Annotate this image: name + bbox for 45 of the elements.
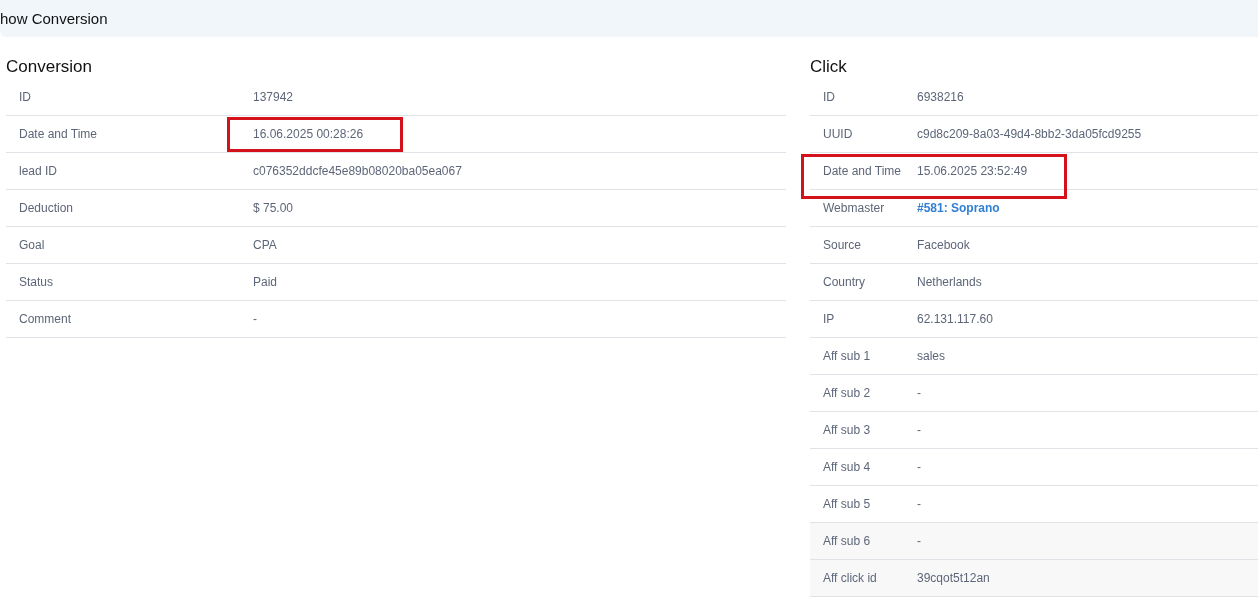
field-label: lead ID xyxy=(19,163,59,179)
field-value: Paid xyxy=(253,274,278,290)
field-value: 62.131.117.60 xyxy=(917,311,993,327)
field-label: Status xyxy=(19,274,55,290)
field-value: 39cqot5t12an xyxy=(917,570,990,586)
field-value: c076352ddcfe45e89b08020ba05ea067 xyxy=(253,163,462,179)
field-label: Aff click id xyxy=(823,570,878,586)
field-value: Netherlands xyxy=(917,274,982,290)
field-value: - xyxy=(917,459,921,475)
field-value: - xyxy=(917,533,921,549)
field-label: Goal xyxy=(19,237,46,253)
section-title: Conversion xyxy=(6,57,93,77)
field-value: - xyxy=(917,385,921,401)
field-value: sales xyxy=(917,348,945,364)
field-label: Webmaster xyxy=(823,200,886,216)
field-value: $ 75.00 xyxy=(253,200,294,216)
field-value: 15.06.2025 23:52:49 xyxy=(917,163,1028,179)
field-label: Aff sub 3 xyxy=(823,422,872,438)
field-value: - xyxy=(253,311,257,327)
field-label: Aff sub 1 xyxy=(823,348,872,364)
field-label: Deduction xyxy=(19,200,75,216)
field-label: ID xyxy=(19,89,32,105)
field-value: 6938216 xyxy=(917,89,964,105)
field-label: Source xyxy=(823,237,863,253)
field-value: Facebook xyxy=(917,237,970,253)
field-value: 16.06.2025 00:28:26 xyxy=(253,126,364,142)
field-label: IP xyxy=(823,311,836,327)
field-label: UUID xyxy=(823,126,854,142)
field-label: Aff sub 6 xyxy=(823,533,872,549)
field-label: Country xyxy=(823,274,867,290)
field-label: Aff sub 4 xyxy=(823,459,872,475)
field-value: 137942 xyxy=(253,89,294,105)
page-title: how Conversion xyxy=(0,10,108,27)
field-value: - xyxy=(917,422,921,438)
field-label: ID xyxy=(823,89,836,105)
field-value: c9d8c209-8a03-49d4-8bb2-3da05fcd9255 xyxy=(917,126,1142,142)
section-title: Click xyxy=(810,57,848,77)
field-value: CPA xyxy=(253,237,277,253)
field-label: Aff sub 5 xyxy=(823,496,872,512)
field-label: Date and Time xyxy=(19,126,99,142)
field-label: Date and Time xyxy=(823,163,903,179)
field-label: Comment xyxy=(19,311,72,327)
field-value: - xyxy=(917,496,921,512)
field-label: Aff sub 2 xyxy=(823,385,872,401)
webmaster-link[interactable]: #581: Soprano xyxy=(917,200,1000,216)
